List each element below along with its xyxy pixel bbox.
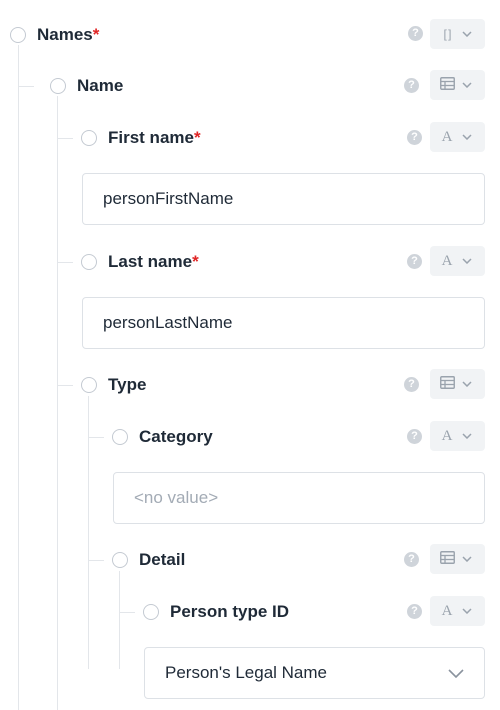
tree-line-names	[18, 45, 19, 710]
tree-branch-first-name	[57, 138, 73, 139]
detail-radio[interactable]	[112, 552, 128, 568]
name-label-text: Name	[77, 76, 124, 95]
first-name-label-text: First name	[108, 128, 194, 147]
person-type-id-radio[interactable]	[143, 604, 159, 620]
name-radio[interactable]	[50, 78, 66, 94]
tree-branch-name	[18, 86, 34, 87]
type-selector-last-name[interactable]: A	[430, 246, 485, 276]
array-icon: [ ]	[443, 27, 451, 41]
type-selector-category[interactable]: A	[430, 421, 485, 451]
last-name-label-text: Last name	[108, 252, 193, 271]
help-icon[interactable]: ?	[407, 429, 422, 444]
category-field[interactable]: <no value>	[113, 472, 485, 524]
first-name-radio[interactable]	[81, 130, 97, 146]
help-icon[interactable]: ?	[407, 254, 422, 269]
help-icon[interactable]: ?	[407, 130, 422, 145]
type-selector-person-type-id[interactable]: A	[430, 596, 485, 626]
chevron-down-icon	[462, 606, 472, 616]
person-type-id-label: Person type ID	[170, 602, 289, 622]
chevron-down-icon	[462, 554, 472, 564]
type-radio[interactable]	[81, 377, 97, 393]
type-selector-name[interactable]	[430, 70, 485, 100]
detail-label-text: Detail	[139, 550, 186, 569]
chevron-down-icon	[462, 379, 472, 389]
names-radio[interactable]	[10, 27, 26, 43]
type-selector-names[interactable]: [ ]	[430, 19, 485, 49]
required-mark: *	[92, 25, 100, 44]
required-mark: *	[192, 252, 199, 271]
category-placeholder: <no value>	[134, 488, 219, 507]
person-type-id-label-text: Person type ID	[170, 602, 290, 621]
type-label: Type	[108, 375, 146, 395]
name-label: Name	[77, 76, 123, 96]
first-name-field[interactable]: personFirstName	[82, 173, 485, 225]
tree-branch-person-type-id	[119, 612, 135, 613]
detail-label: Detail	[139, 550, 185, 570]
help-icon[interactable]: ?	[404, 377, 419, 392]
names-label-text: Names	[37, 25, 93, 44]
tree-branch-category	[88, 437, 104, 438]
text-icon: A	[441, 427, 453, 444]
table-icon	[438, 375, 456, 393]
type-label-text: Type	[108, 375, 147, 394]
category-label-text: Category	[139, 427, 213, 446]
chevron-down-icon	[462, 431, 472, 441]
tree-branch-detail	[88, 560, 104, 561]
chevron-down-icon	[462, 80, 472, 90]
text-icon: A	[441, 128, 453, 145]
help-icon[interactable]: ?	[404, 78, 419, 93]
chevron-down-icon	[448, 668, 464, 678]
category-label: Category	[139, 427, 213, 447]
chevron-down-icon	[462, 256, 472, 266]
person-type-id-selected-value: Person's Legal Name	[165, 663, 327, 682]
help-icon[interactable]: ?	[408, 26, 423, 41]
table-icon	[438, 76, 456, 94]
chevron-down-icon	[462, 132, 472, 142]
last-name-label: Last name*	[108, 252, 199, 272]
chevron-down-icon	[462, 29, 472, 39]
tree-line-name	[57, 96, 58, 710]
tree-branch-last-name	[57, 262, 73, 263]
help-icon[interactable]: ?	[407, 604, 422, 619]
last-name-value: personLastName	[103, 313, 233, 332]
first-name-value: personFirstName	[103, 189, 234, 208]
person-type-id-select[interactable]: Person's Legal Name	[144, 647, 485, 699]
text-icon: A	[441, 252, 453, 269]
table-icon	[438, 550, 456, 568]
help-icon[interactable]: ?	[404, 552, 419, 567]
tree-line-detail	[119, 571, 120, 669]
type-selector-detail[interactable]	[430, 544, 485, 574]
type-selector-first-name[interactable]: A	[430, 122, 485, 152]
first-name-label: First name*	[108, 128, 201, 148]
type-selector-type[interactable]	[430, 369, 485, 399]
category-radio[interactable]	[112, 429, 128, 445]
required-mark: *	[193, 128, 201, 147]
text-icon: A	[441, 602, 453, 619]
tree-branch-type	[57, 385, 73, 386]
last-name-field[interactable]: personLastName	[82, 297, 485, 349]
names-label: Names*	[37, 25, 99, 45]
last-name-radio[interactable]	[81, 254, 97, 270]
